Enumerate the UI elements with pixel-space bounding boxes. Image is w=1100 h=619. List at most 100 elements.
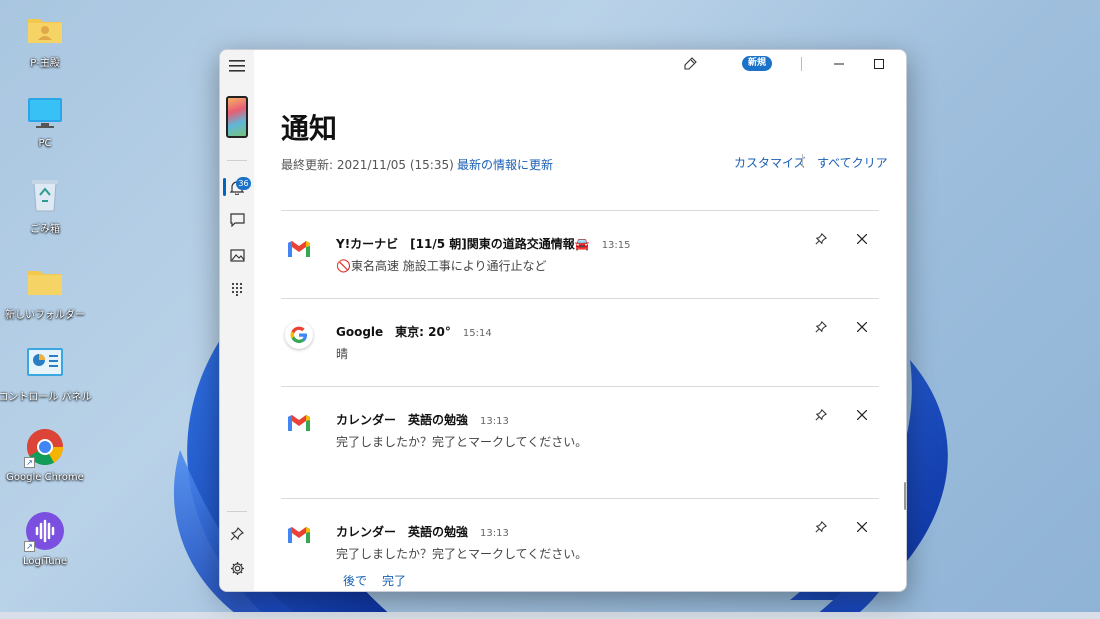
last-updated-text: 最終更新: 2021/11/05 (15:35) (281, 158, 454, 172)
maximize-icon (874, 59, 884, 69)
desktop-icon-logitune[interactable]: ↗ LogiTune (4, 510, 86, 567)
brush-icon (684, 57, 697, 70)
titlebar-separator (801, 57, 802, 71)
notification-time: 13:13 (480, 528, 509, 539)
chat-icon (229, 213, 245, 227)
title-bar: 新規 (254, 50, 906, 78)
pin-icon (815, 409, 827, 421)
close-icon (857, 410, 867, 420)
notification-item[interactable]: Y!カーナビ [11/5 朝]関東の道路交通情報🚘 13:15 🚫東名高速 施設工… (281, 211, 879, 299)
photos-icon (229, 248, 245, 262)
notification-item[interactable]: カレンダー 英語の勉強 13:13 完了しましたか？完了とマークしてください。 後… (281, 499, 879, 591)
gear-icon (230, 561, 244, 575)
pin-nav-button[interactable] (225, 522, 249, 546)
desktop-icon-label: P-主殿 (30, 58, 60, 69)
notification-count-badge: 36 (236, 177, 251, 190)
hamburger-menu-button[interactable] (225, 54, 249, 78)
desktop-icon-chrome[interactable]: ↗ Google Chrome (4, 426, 86, 483)
notification-title: Y!カーナビ [11/5 朝]関東の道路交通情報🚘 13:15 (336, 235, 631, 252)
recycle-bin-icon (24, 174, 66, 216)
gmail-icon (285, 235, 313, 263)
done-action-link[interactable]: 完了 (382, 572, 406, 589)
notification-time: 13:15 (601, 240, 631, 251)
notification-title-text: カレンダー 英語の勉強 (336, 413, 469, 427)
notification-title: Google 東京: 20° 15:14 (336, 323, 492, 340)
pin-notification-button[interactable] (813, 231, 829, 247)
dialpad-icon (231, 282, 243, 296)
phone-link-window: 36 新規 通知 最終更新: 2021/11/05 (15:35) 最新の情報に… (219, 49, 907, 592)
chrome-icon: ↗ (24, 426, 66, 468)
desktop-icon-label: Google Chrome (6, 472, 84, 483)
notification-item[interactable]: カレンダー 英語の勉強 13:13 完了しましたか？完了とマークしてください。 (281, 387, 879, 498)
pin-icon (815, 233, 827, 245)
desktop-icon-pc[interactable]: PC (4, 92, 86, 149)
notification-body: 完了しましたか？完了とマークしてください。 (336, 547, 588, 561)
desktop-icon-label: 新しいフォルダー (5, 310, 85, 321)
close-icon (857, 322, 867, 332)
gmail-icon (285, 409, 313, 437)
notification-body: 晴 (336, 347, 349, 361)
nav-apps-button[interactable] (225, 277, 249, 301)
pin-notification-button[interactable] (813, 407, 829, 423)
folder-user-icon (24, 8, 66, 50)
pin-icon (815, 321, 827, 333)
phone-thumbnail[interactable] (226, 96, 248, 138)
notification-time: 13:13 (480, 416, 509, 427)
desktop-icon-label: ごみ箱 (30, 224, 60, 235)
desktop-icon-control-panel[interactable]: コントロール パネル (0, 342, 92, 403)
pin-icon (815, 521, 827, 533)
clear-all-link[interactable]: すべてクリア (817, 154, 888, 171)
desktop-icon-new-folder[interactable]: 新しいフォルダー (4, 260, 86, 321)
notification-item[interactable]: Google 東京: 20° 15:14 晴 (281, 299, 879, 387)
pin-notification-button[interactable] (813, 319, 829, 335)
dismiss-notification-button[interactable] (854, 231, 870, 247)
notification-body: 🚫東名高速 施設工事により通行止など (336, 259, 547, 273)
minimize-icon (834, 63, 844, 65)
maximize-button[interactable] (868, 54, 890, 74)
page-title: 通知 (281, 112, 338, 145)
minimize-button[interactable] (828, 54, 850, 74)
nav-rail: 36 (220, 50, 254, 591)
later-action-link[interactable]: 後で (343, 572, 367, 589)
notification-title: カレンダー 英語の勉強 13:13 (336, 411, 509, 428)
nav-photos-button[interactable] (225, 243, 249, 267)
taskbar-edge (0, 612, 1100, 619)
notification-title-text: Google 東京: 20° (336, 325, 451, 339)
shortcut-arrow-icon: ↗ (24, 541, 35, 552)
notification-body: 完了しましたか？完了とマークしてください。 (336, 435, 588, 449)
notification-time: 15:14 (462, 328, 492, 339)
customize-link[interactable]: カスタマイズ (734, 154, 806, 171)
desktop-icon-user-folder[interactable]: P-主殿 (4, 8, 86, 69)
close-icon (857, 234, 867, 244)
dismiss-notification-button[interactable] (854, 407, 870, 423)
notification-title-text: カレンダー 英語の勉強 (336, 525, 469, 539)
logitune-icon: ↗ (24, 510, 66, 552)
rail-divider (227, 160, 247, 161)
notification-title: カレンダー 英語の勉強 13:13 (336, 523, 509, 540)
refresh-link[interactable]: 最新の情報に更新 (457, 156, 553, 173)
desktop-icon-label: PC (38, 138, 52, 149)
folder-icon (24, 260, 66, 302)
hamburger-icon (229, 60, 245, 72)
notification-title-text: Y!カーナビ [11/5 朝]関東の道路交通情報🚘 (336, 237, 590, 251)
rail-divider (227, 511, 247, 512)
settings-button[interactable] (225, 556, 249, 580)
link-separator (802, 154, 803, 167)
new-badge[interactable]: 新規 (742, 56, 773, 71)
desktop-icon-label: LogiTune (22, 556, 68, 567)
dismiss-notification-button[interactable] (854, 519, 870, 535)
pin-notification-button[interactable] (813, 519, 829, 535)
pin-icon (230, 527, 244, 541)
desktop-icon-recycle-bin[interactable]: ごみ箱 (4, 174, 86, 235)
google-icon (285, 321, 313, 349)
gmail-icon (285, 521, 313, 549)
control-panel-icon (24, 342, 66, 384)
nav-messages-button[interactable] (225, 208, 249, 232)
desktop-icon-label: コントロール パネル (0, 392, 92, 403)
scrollbar-thumb[interactable] (904, 482, 906, 510)
close-icon (857, 522, 867, 532)
feedback-button[interactable] (680, 55, 700, 73)
monitor-icon (24, 92, 66, 134)
dismiss-notification-button[interactable] (854, 319, 870, 335)
shortcut-arrow-icon: ↗ (24, 457, 35, 468)
